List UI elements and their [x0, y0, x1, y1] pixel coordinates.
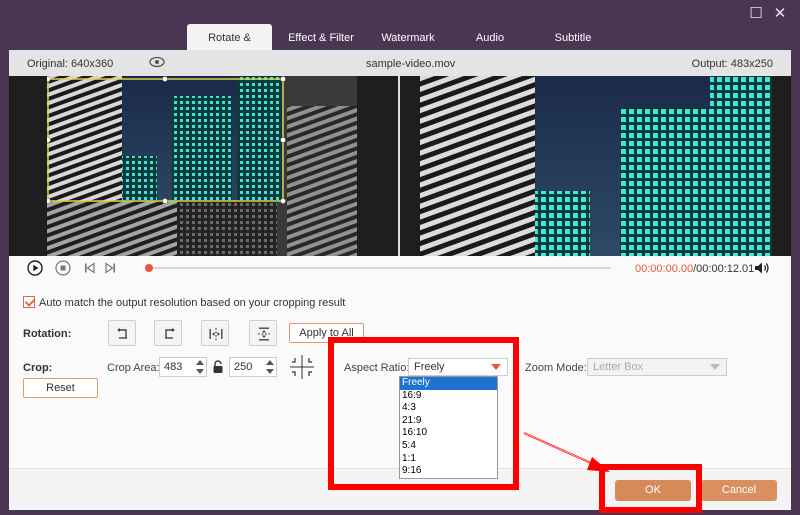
crop-height-stepper[interactable]: [265, 357, 275, 377]
zoom-mode-select[interactable]: Letter Box: [587, 358, 727, 376]
aspect-option[interactable]: 4:3: [400, 402, 497, 415]
close-icon[interactable]: ✕: [772, 6, 788, 22]
tab-subtitle[interactable]: Subtitle: [534, 24, 612, 50]
stop-icon[interactable]: [55, 260, 71, 276]
tab-rotate-crop[interactable]: Rotate & Crop: [187, 24, 272, 72]
current-time: 00:00:00.00: [635, 263, 694, 275]
auto-match-checkbox[interactable]: [23, 296, 35, 308]
center-crop-icon[interactable]: [289, 354, 315, 380]
play-icon[interactable]: [27, 260, 43, 276]
apply-to-all-button[interactable]: Apply to All: [289, 323, 364, 343]
volume-icon[interactable]: [754, 261, 770, 275]
maximize-icon[interactable]: ☐: [748, 6, 764, 22]
original-preview[interactable]: [47, 76, 357, 256]
timeline-thumb[interactable]: [145, 264, 153, 272]
dropdown-arrow-icon: [710, 364, 720, 370]
rotation-label: Rotation:: [23, 328, 72, 340]
ok-button[interactable]: OK: [615, 480, 691, 501]
eye-icon[interactable]: [149, 56, 165, 68]
rotate-left-button[interactable]: [108, 320, 136, 346]
preview-divider: [398, 76, 400, 256]
aspect-ratio-label: Aspect Ratio:: [344, 362, 410, 374]
lock-icon[interactable]: [212, 360, 224, 374]
zoom-mode-label: Zoom Mode:: [525, 362, 587, 374]
crop-width-stepper[interactable]: [195, 357, 205, 377]
flip-horizontal-icon: [209, 328, 223, 340]
flip-vertical-icon: [258, 327, 270, 341]
info-bar: Original: 640x360 sample-video.mov Outpu…: [9, 50, 791, 76]
auto-match-label: Auto match the output resolution based o…: [39, 297, 346, 309]
zoom-mode-value: Letter Box: [593, 361, 644, 373]
playback-bar: 00:00:00.00/00:00:12.01: [9, 256, 791, 280]
dropdown-arrow-icon: [491, 364, 501, 370]
aspect-option[interactable]: 21:9: [400, 415, 497, 428]
next-frame-icon[interactable]: [102, 260, 118, 276]
crop-area-label: Crop Area:: [107, 362, 160, 374]
flip-vertical-button[interactable]: [249, 320, 277, 346]
aspect-ratio-value: Freely: [414, 361, 445, 373]
aspect-option[interactable]: Freely: [400, 377, 497, 390]
tab-audio[interactable]: Audio: [446, 24, 534, 50]
timeline-track[interactable]: [149, 267, 611, 269]
tab-bar: Rotate & Crop Effect & Filter Watermark …: [187, 24, 612, 72]
tab-watermark[interactable]: Watermark: [370, 24, 446, 50]
rotate-right-icon: [165, 328, 175, 339]
aspect-option[interactable]: 16:10: [400, 427, 497, 440]
aspect-option[interactable]: 1:1: [400, 453, 497, 466]
dialog-window: ☐ ✕ Rotate & Crop Effect & Filter Waterm…: [0, 0, 800, 515]
crop-label: Crop:: [23, 362, 53, 374]
aspect-ratio-select[interactable]: Freely: [408, 358, 508, 376]
file-name: sample-video.mov: [366, 58, 456, 70]
video-preview-area: [9, 76, 791, 256]
aspect-option[interactable]: 9:16: [400, 465, 497, 478]
output-preview: [420, 76, 772, 256]
output-resolution: Output: 483x250: [691, 58, 773, 70]
tab-effect-filter[interactable]: Effect & Filter: [272, 24, 370, 50]
aspect-option[interactable]: 16:9: [400, 390, 497, 403]
reset-button[interactable]: Reset: [23, 378, 98, 398]
flip-horizontal-button[interactable]: [201, 320, 229, 346]
arrow-annotation-icon: [523, 432, 610, 472]
aspect-option[interactable]: 5:4: [400, 440, 497, 453]
total-time: /00:00:12.01: [693, 263, 755, 275]
time-readout: 00:00:00.00/00:00:12.01: [635, 263, 754, 275]
rotate-left-icon: [117, 328, 127, 339]
rotate-right-button[interactable]: [154, 320, 182, 346]
aspect-ratio-dropdown[interactable]: Freely 16:9 4:3 21:9 16:10 5:4 1:1 9:16: [399, 376, 498, 479]
cancel-button[interactable]: Cancel: [701, 480, 777, 501]
original-resolution: Original: 640x360: [27, 58, 114, 70]
previous-frame-icon[interactable]: [82, 260, 98, 276]
